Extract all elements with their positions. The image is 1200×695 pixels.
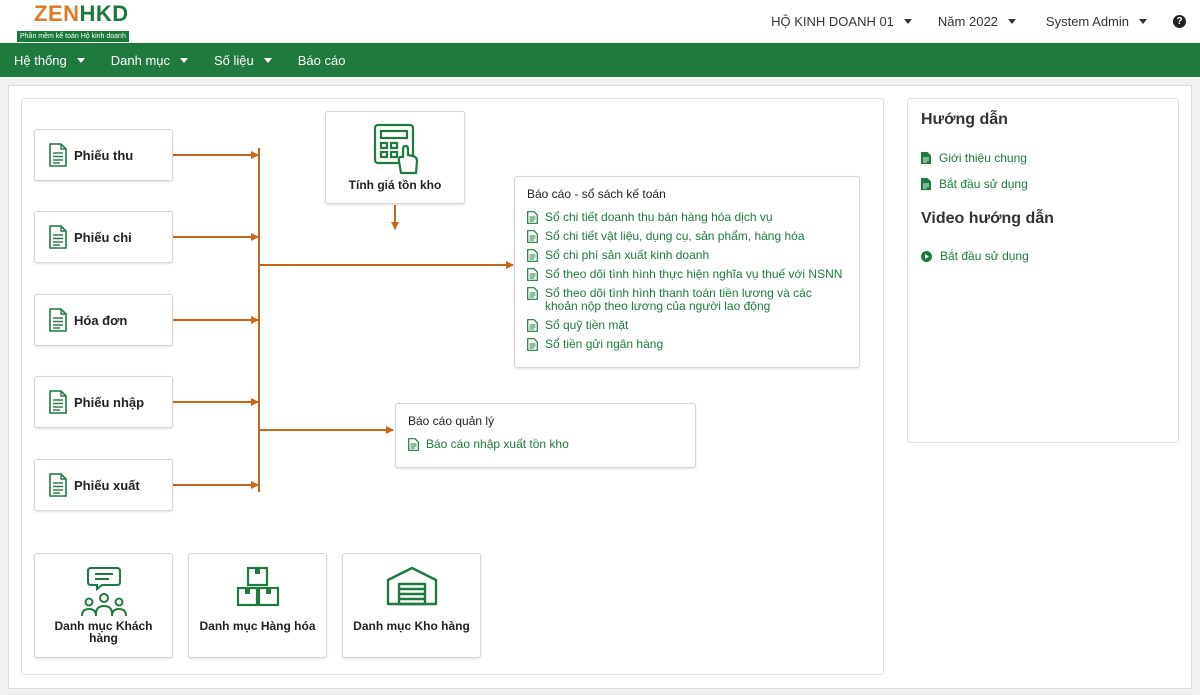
doc-label: Phiếu nhập — [74, 394, 145, 410]
catalog-label: Danh mục Hàng hóa — [199, 619, 316, 633]
nav-danh-muc[interactable]: Danh mục — [110, 52, 189, 68]
report-link-label: Sổ chi tiết doanh thu bán hàng hóa dịch … — [545, 210, 773, 224]
file-text-icon — [527, 338, 538, 351]
caret-down-icon — [903, 18, 912, 24]
file-text-icon — [527, 230, 538, 243]
document-icon — [49, 143, 67, 167]
doc-label: Phiếu thu — [74, 147, 134, 163]
warehouse-icon — [386, 566, 437, 606]
report-link[interactable]: Sổ chi tiết vật liệu, dụng cụ, sản phẩm,… — [527, 230, 847, 243]
report-link[interactable]: Báo cáo nhập xuất tồn kho — [408, 438, 683, 451]
management-reports-title: Báo cáo quản lý — [408, 414, 495, 428]
inventory-valuation-card[interactable]: Tính giá tồn kho — [325, 111, 465, 204]
guide-title: Hướng dẫn — [921, 111, 1008, 128]
report-link[interactable]: Sổ chi tiết doanh thu bán hàng hóa dịch … — [527, 211, 847, 224]
report-link-label: Sổ theo dõi tình hình thực hiện nghĩa vụ… — [545, 267, 843, 281]
report-link-label: Sổ chi phí sản xuất kinh doanh — [545, 248, 710, 262]
year-selector-label: Năm 2022 — [937, 13, 998, 29]
doc-hoa-don[interactable]: Hóa đơn — [34, 294, 173, 346]
top-header: ZENHKD Phần mềm kế toán Hộ kinh doanh HỘ… — [0, 0, 1200, 42]
report-link[interactable]: Sổ tiền gửi ngân hàng — [527, 338, 847, 351]
file-text-icon — [527, 211, 538, 224]
doc-phieu-xuat[interactable]: Phiếu xuất — [34, 459, 173, 511]
document-icon — [49, 225, 67, 249]
caret-down-icon — [1007, 18, 1016, 24]
play-circle-icon — [921, 250, 932, 262]
report-link-label: Sổ chi tiết vật liệu, dụng cụ, sản phẩm,… — [545, 229, 805, 243]
guide-link-label: Bắt đầu sử dụng — [939, 177, 1028, 191]
file-text-icon — [527, 319, 538, 332]
document-icon — [49, 308, 67, 332]
accounting-reports-box: Báo cáo - sổ sách kế toán Sổ chi tiết do… — [514, 176, 860, 368]
guide-link-intro[interactable]: Giới thiệu chung — [921, 151, 1165, 165]
business-selector[interactable]: HỘ KINH DOANH 01 — [771, 14, 912, 29]
nav-label: Danh mục — [110, 52, 171, 68]
logo-part-hkd: HKD — [79, 1, 129, 26]
customers-chat-icon — [80, 567, 127, 617]
doc-label: Phiếu chi — [74, 229, 132, 245]
caret-down-icon — [180, 57, 189, 63]
logo-subtitle: Phần mềm kế toán Hộ kinh doanh — [17, 31, 129, 42]
video-guide-title: Video hướng dẫn — [921, 210, 1054, 227]
report-link[interactable]: Sổ chi phí sản xuất kinh doanh — [527, 249, 847, 262]
user-menu[interactable]: System Admin — [1046, 14, 1147, 29]
doc-phieu-thu[interactable]: Phiếu thu — [34, 129, 173, 181]
accounting-reports-title: Báo cáo - sổ sách kế toán — [527, 187, 666, 201]
management-reports-box: Báo cáo quản lý Báo cáo nhập xuất tồn kh… — [395, 403, 696, 468]
file-text-icon — [527, 249, 538, 262]
calculator-touch-icon — [373, 123, 419, 175]
report-link-label: Sổ quỹ tiền mặt — [545, 318, 629, 332]
year-selector[interactable]: Năm 2022 — [938, 14, 1016, 29]
catalog-label: Danh mục Khách hàng — [54, 619, 153, 645]
file-icon — [921, 178, 931, 190]
file-text-icon — [527, 268, 538, 281]
catalog-warehouse-card[interactable]: Danh mục Kho hàng — [342, 553, 481, 658]
nav-label: Số liệu — [214, 52, 254, 68]
guide-link-label: Giới thiệu chung — [939, 151, 1027, 165]
main-nav: Hệ thống Danh mục Số liệu Báo cáo — [0, 43, 1200, 77]
help-icon[interactable]: ? — [1173, 14, 1186, 28]
catalog-goods-card[interactable]: Danh mục Hàng hóa — [188, 553, 327, 658]
app-logo[interactable]: ZENHKD Phần mềm kế toán Hộ kinh doanh — [17, 3, 145, 43]
boxes-icon — [236, 566, 279, 607]
file-text-icon — [527, 287, 538, 300]
caret-down-icon — [1139, 18, 1147, 24]
nav-so-lieu[interactable]: Số liệu — [214, 53, 272, 68]
user-name: System Admin — [1045, 13, 1129, 29]
caret-down-icon — [263, 57, 272, 63]
inventory-valuation-label: Tính giá tồn kho — [348, 178, 442, 192]
report-link-label: Báo cáo nhập xuất tồn kho — [426, 437, 569, 451]
guide-panel: Hướng dẫn Giới thiệu chung Bắt đầu sử dụ… — [907, 98, 1179, 443]
video-link-start[interactable]: Bắt đầu sử dụng — [921, 249, 1165, 263]
document-icon — [49, 473, 67, 497]
caret-down-icon — [76, 57, 85, 63]
report-link-label: Sổ theo dõi tình hình thanh toán tiền lư… — [545, 286, 812, 313]
doc-phieu-nhap[interactable]: Phiếu nhập — [34, 376, 173, 428]
logo-part-zen: ZEN — [34, 1, 80, 26]
catalog-label: Danh mục Kho hàng — [353, 619, 470, 633]
report-link[interactable]: Sổ theo dõi tình hình thực hiện nghĩa vụ… — [527, 268, 847, 281]
guide-link-start[interactable]: Bắt đầu sử dụng — [921, 177, 1165, 191]
report-link[interactable]: Sổ theo dõi tình hình thanh toán tiền lư… — [527, 287, 847, 313]
file-text-icon — [408, 438, 419, 451]
nav-he-thong[interactable]: Hệ thống — [14, 53, 85, 68]
report-link[interactable]: Sổ quỹ tiền mặt — [527, 319, 847, 332]
nav-bao-cao[interactable]: Báo cáo — [298, 53, 346, 68]
report-link-label: Sổ tiền gửi ngân hàng — [545, 337, 664, 351]
doc-phieu-chi[interactable]: Phiếu chi — [34, 211, 173, 263]
document-icon — [49, 390, 67, 414]
file-icon — [921, 152, 931, 164]
nav-label: Báo cáo — [297, 52, 346, 68]
doc-label: Phiếu xuất — [74, 477, 140, 493]
doc-label: Hóa đơn — [74, 312, 128, 328]
video-link-label: Bắt đầu sử dụng — [940, 249, 1029, 263]
nav-label: Hệ thống — [14, 52, 67, 68]
business-selector-label: HỘ KINH DOANH 01 — [771, 13, 894, 29]
catalog-customers-card[interactable]: Danh mục Khách hàng — [34, 553, 173, 658]
